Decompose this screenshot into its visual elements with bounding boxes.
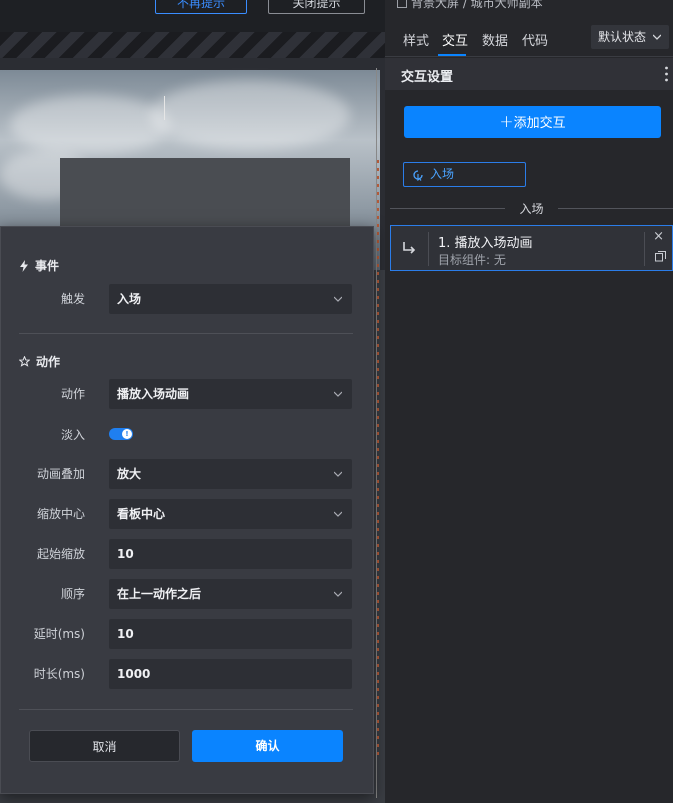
cancel-button[interactable]: 取消 — [29, 730, 180, 762]
event-section-title: 事件 — [19, 257, 59, 274]
section-title: 交互设置 — [401, 70, 454, 85]
dotted-guide — [377, 160, 379, 760]
order-select[interactable]: 在上一动作之后 — [109, 579, 352, 609]
trigger-select[interactable]: 入场 — [109, 284, 352, 314]
tab-interaction[interactable]: 交互 — [442, 30, 468, 49]
action-section-label: 动作 — [36, 355, 61, 369]
state-select[interactable]: 默认状态 — [591, 25, 669, 49]
delay-label: 延时(ms) — [33, 627, 85, 641]
close-tip-button[interactable]: 关闭提示 — [268, 0, 365, 14]
tab-code[interactable]: 代码 — [522, 30, 548, 49]
action-select[interactable]: 播放入场动画 — [109, 379, 352, 409]
delay-input[interactable]: 10 — [109, 619, 352, 649]
confirm-button[interactable]: 确认 — [192, 730, 343, 762]
event-tag-enter[interactable]: 入场 — [403, 162, 526, 187]
duration-row: 时长(ms) 1000 — [1, 659, 375, 689]
trigger-row: 触发 入场 — [1, 284, 375, 314]
order-label: 顺序 — [60, 587, 85, 601]
card-separator — [428, 232, 429, 266]
hazard-stripes — [0, 32, 385, 58]
action-section-title: 动作 — [19, 353, 60, 370]
card-separator — [644, 232, 645, 266]
more-vertical-icon[interactable] — [665, 66, 668, 82]
start-scale-value: 10 — [117, 547, 134, 561]
duration-input[interactable]: 1000 — [109, 659, 352, 689]
order-value: 在上一动作之后 — [117, 587, 202, 601]
start-scale-row: 起始缩放 10 — [1, 539, 375, 569]
divider — [19, 709, 353, 710]
turn-right-arrow-icon — [403, 242, 416, 254]
divider — [19, 333, 353, 334]
overlay-value: 放大 — [117, 467, 142, 481]
group-line-right — [558, 208, 673, 209]
delay-value: 10 — [117, 627, 134, 641]
overlay-select[interactable]: 放大 — [109, 459, 352, 489]
tab-data[interactable]: 数据 — [482, 30, 508, 49]
action-value: 播放入场动画 — [117, 387, 190, 401]
overlay-row: 动画叠加 放大 — [1, 459, 375, 489]
event-section-label: 事件 — [35, 259, 60, 273]
breadcrumb: 背景大屏 / 城市大师副本 — [397, 0, 543, 11]
scale-center-value: 看板中心 — [117, 507, 166, 521]
plus-icon: + — [499, 112, 514, 132]
fade-in-toggle[interactable]: ! — [109, 428, 133, 440]
action-item-title: 1. 播放入场动画 — [438, 236, 533, 251]
chevron-down-icon — [334, 391, 342, 397]
chevron-down-icon — [334, 511, 342, 517]
enter-event-icon — [413, 170, 423, 181]
event-group-label: 入场 — [390, 200, 673, 218]
lightning-icon — [20, 259, 28, 272]
toggle-knob: ! — [122, 429, 132, 439]
breadcrumb-text: 背景大屏 / 城市大师副本 — [411, 0, 543, 10]
chevron-down-icon — [334, 471, 342, 477]
start-scale-input[interactable]: 10 — [109, 539, 352, 569]
event-tag-label: 入场 — [430, 167, 455, 181]
action-item[interactable]: 1. 播放入场动画 目标组件: 无 × — [390, 225, 673, 271]
fade-in-label: 淡入 — [60, 428, 85, 442]
action-item-subtitle: 目标组件: 无 — [438, 253, 506, 267]
active-tab-indicator — [438, 54, 466, 56]
add-interaction-button[interactable]: +添加交互 — [404, 106, 661, 138]
fade-in-row: 淡入 ! — [1, 420, 375, 450]
chevron-down-icon — [334, 591, 342, 597]
start-scale-label: 起始缩放 — [36, 547, 85, 561]
duration-value: 1000 — [117, 667, 151, 681]
chevron-down-icon — [653, 34, 661, 40]
action-label: 动作 — [60, 387, 85, 401]
panel-tabs: 样式 交互 数据 代码 默认状态 — [385, 22, 673, 57]
copy-icon[interactable] — [655, 251, 666, 262]
star-outline-icon — [19, 356, 30, 367]
trigger-label: 触发 — [60, 292, 85, 306]
scale-center-select[interactable]: 看板中心 — [109, 499, 352, 529]
page-icon — [397, 0, 407, 8]
order-row: 顺序 在上一动作之后 — [1, 579, 375, 609]
scale-center-row: 缩放中心 看板中心 — [1, 499, 375, 529]
interaction-settings-header: 交互设置 — [385, 58, 673, 90]
add-interaction-label: 添加交互 — [513, 116, 566, 131]
scale-center-label: 缩放中心 — [36, 507, 85, 521]
close-icon[interactable]: × — [653, 229, 664, 244]
overlay-label: 动画叠加 — [36, 467, 85, 481]
tab-style[interactable]: 样式 — [403, 30, 429, 49]
duration-label: 时长(ms) — [33, 667, 85, 681]
interaction-dialog: 事件 触发 入场 动作 动作 播放入场动画 淡入 ! 动画叠加 放大 缩放中心 … — [0, 226, 374, 794]
trigger-value: 入场 — [117, 292, 142, 306]
chevron-down-icon — [334, 296, 342, 302]
properties-panel: 背景大屏 / 城市大师副本 样式 交互 数据 代码 默认状态 交互设置 +添加交… — [385, 0, 673, 803]
state-select-value: 默认状态 — [598, 30, 647, 44]
action-row: 动作 播放入场动画 — [1, 379, 375, 409]
dont-show-again-button[interactable]: 不再提示 — [155, 0, 247, 14]
delay-row: 延时(ms) 10 — [1, 619, 375, 649]
